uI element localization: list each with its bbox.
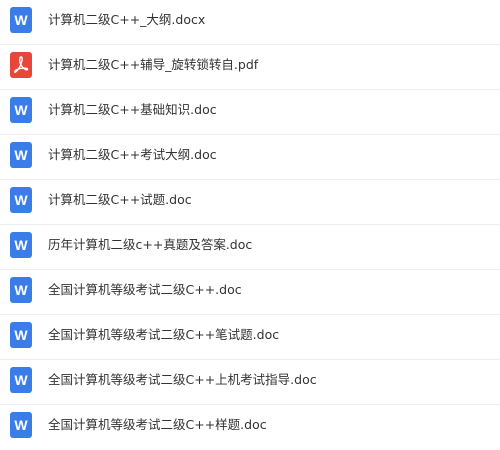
file-name: 全国计算机等级考试二级C++上机考试指导.doc (48, 372, 317, 387)
file-name: 历年计算机二级c++真题及答案.doc (48, 237, 253, 252)
svg-text:W: W (14, 327, 28, 343)
file-row[interactable]: W 全国计算机等级考试二级C++样题.doc (0, 405, 500, 450)
file-row[interactable]: W 全国计算机等级考试二级C++笔试题.doc (0, 315, 500, 360)
file-name: 计算机二级C++试题.doc (48, 192, 192, 207)
file-row[interactable]: W 全国计算机等级考试二级C++.doc (0, 270, 500, 315)
word-doc-icon: W (10, 142, 32, 168)
file-row[interactable]: W 计算机二级C++考试大纲.doc (0, 135, 500, 180)
svg-text:W: W (14, 237, 28, 253)
file-name: 全国计算机等级考试二级C++样题.doc (48, 417, 267, 432)
file-row[interactable]: 计算机二级C++辅导_旋转锁转自.pdf (0, 45, 500, 90)
svg-text:W: W (14, 147, 28, 163)
svg-text:W: W (14, 12, 28, 28)
word-doc-icon: W (10, 232, 32, 258)
word-doc-icon: W (10, 97, 32, 123)
word-doc-icon: W (10, 7, 32, 33)
word-doc-icon: W (10, 367, 32, 393)
word-doc-icon: W (10, 277, 32, 303)
file-row[interactable]: W 历年计算机二级c++真题及答案.doc (0, 225, 500, 270)
file-row[interactable]: W 计算机二级C++_大纲.docx (0, 0, 500, 45)
word-doc-icon: W (10, 187, 32, 213)
file-name: 计算机二级C++辅导_旋转锁转自.pdf (48, 57, 259, 72)
file-name: 计算机二级C++_大纲.docx (48, 12, 206, 27)
file-row[interactable]: W 全国计算机等级考试二级C++上机考试指导.doc (0, 360, 500, 405)
word-doc-icon: W (10, 412, 32, 438)
svg-text:W: W (14, 192, 28, 208)
word-doc-icon: W (10, 322, 32, 348)
file-name: 全国计算机等级考试二级C++.doc (48, 282, 242, 297)
file-row[interactable]: W 计算机二级C++基础知识.doc (0, 90, 500, 135)
svg-text:W: W (14, 417, 28, 433)
svg-text:W: W (14, 102, 28, 118)
svg-text:W: W (14, 282, 28, 298)
file-row[interactable]: W 计算机二级C++试题.doc (0, 180, 500, 225)
file-name: 计算机二级C++考试大纲.doc (48, 147, 217, 162)
svg-text:W: W (14, 372, 28, 388)
file-name: 全国计算机等级考试二级C++笔试题.doc (48, 327, 280, 342)
file-list: W 计算机二级C++_大纲.docx 计算机二级C++辅导_旋转锁转自.pdf … (0, 0, 500, 440)
pdf-icon (10, 52, 32, 78)
file-name: 计算机二级C++基础知识.doc (48, 102, 217, 117)
